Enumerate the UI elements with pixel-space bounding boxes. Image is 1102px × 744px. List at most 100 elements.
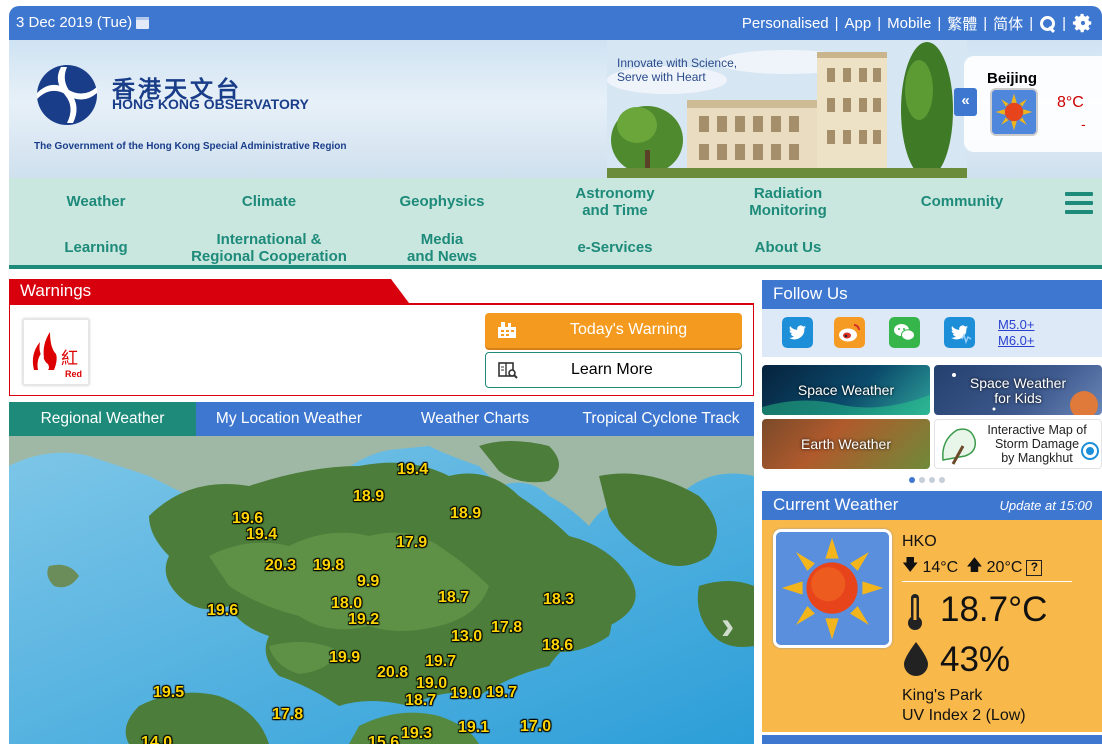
city-name: Beijing xyxy=(987,70,1038,87)
wechat-icon[interactable] xyxy=(889,317,920,348)
main-nav: Weather Climate Geophysics Astronomy and… xyxy=(9,178,1102,269)
government-line: The Government of the Hong Kong Special … xyxy=(34,141,347,152)
sunny-icon[interactable] xyxy=(773,529,892,648)
earthquake-feed-link[interactable]: M5.0+ M6.0+ xyxy=(998,317,1035,349)
regional-weather-map[interactable]: 19.4 18.9 18.9 19.6 19.4 17.9 20.3 19.8 … xyxy=(9,436,754,744)
temperature-reading: 18.9 xyxy=(353,488,385,505)
temperature-reading: 19.7 xyxy=(486,684,518,701)
temperature-reading: 19.7 xyxy=(425,653,457,670)
city-extra: - xyxy=(1081,116,1086,132)
map-next-arrow-icon[interactable]: › xyxy=(721,606,745,648)
separator: | xyxy=(1029,14,1034,32)
traditional-chinese-link[interactable]: 繁體 xyxy=(947,13,977,34)
app-link[interactable]: App xyxy=(845,15,872,32)
nav-e-services[interactable]: e-Services xyxy=(540,239,690,256)
tile-label-line: Storm Damage xyxy=(994,437,1080,451)
tile-label-line: Interactive Map of xyxy=(987,423,1087,437)
weibo-icon[interactable] xyxy=(834,317,865,348)
temperature-reading: 15.6 xyxy=(368,734,400,744)
temperature-reading: 18.3 xyxy=(543,591,575,608)
nav-radiation-monitoring[interactable]: Radiation Monitoring xyxy=(713,185,863,219)
twitter-quake-icon[interactable] xyxy=(944,317,975,348)
carousel-dot[interactable] xyxy=(929,477,935,483)
nav-community[interactable]: Community xyxy=(887,193,1037,210)
learn-more-button[interactable]: Learn More xyxy=(485,352,742,388)
temperature-reading: 18.7 xyxy=(405,692,437,709)
mobile-link[interactable]: Mobile xyxy=(887,15,931,32)
storm-damage-map-tile[interactable]: Interactive Map of Storm Damage by Mangk… xyxy=(934,419,1102,469)
hko-logo[interactable] xyxy=(31,63,107,127)
city-temperature: 8°C xyxy=(1057,94,1084,111)
temperature-reading: 19.5 xyxy=(153,684,185,701)
header-banner: 香港天文台 HONG KONG OBSERVATORY The Governme… xyxy=(9,40,1102,178)
simplified-chinese-link[interactable]: 简体 xyxy=(993,13,1023,34)
city-previous-button[interactable]: « xyxy=(954,88,977,116)
nav-climate[interactable]: Climate xyxy=(194,193,344,210)
temperature-reading: 19.9 xyxy=(329,649,361,666)
search-icon[interactable] xyxy=(1039,15,1056,32)
help-icon[interactable]: ? xyxy=(1026,559,1043,576)
tab-regional-weather[interactable]: Regional Weather xyxy=(9,402,196,436)
top-links: Personalised | App | Mobile | 繁體 | 简体 | … xyxy=(742,12,1094,34)
warnings-title: Warnings xyxy=(20,281,92,300)
nav-geophysics[interactable]: Geophysics xyxy=(367,193,517,210)
twitter-icon[interactable] xyxy=(782,317,813,348)
nav-media-and-news[interactable]: Media and News xyxy=(367,231,517,265)
tile-label-line: by Mangkhut xyxy=(1001,451,1073,465)
update-time: Update at 15:00 xyxy=(999,498,1092,513)
todays-warning-label: Today's Warning xyxy=(570,321,688,338)
carousel-dot[interactable] xyxy=(939,477,945,483)
follow-us-header: Follow Us xyxy=(762,280,1102,309)
quake-link-m5[interactable]: M5.0+ xyxy=(998,317,1035,333)
temperature-reading: 18.6 xyxy=(542,637,574,654)
personalised-link[interactable]: Personalised xyxy=(742,15,829,32)
nav-international-cooperation[interactable]: International & Regional Cooperation xyxy=(169,231,369,265)
current-weather-panel: HKO 🡇 14°C 🡅 20°C ? 18.7°C 43% King's Pa… xyxy=(762,520,1102,732)
temperature-reading: 19.4 xyxy=(397,461,429,478)
space-weather-tile[interactable]: Space Weather xyxy=(762,365,930,415)
carousel-dot[interactable] xyxy=(919,477,925,483)
todays-warning-button[interactable]: Today's Warning xyxy=(485,313,742,348)
menu-icon[interactable] xyxy=(1065,192,1093,214)
current-weather-title: Current Weather xyxy=(773,495,899,514)
tab-my-location-weather[interactable]: My Location Weather xyxy=(196,402,382,436)
temperature-reading: 19.0 xyxy=(450,685,482,702)
space-weather-kids-tile[interactable]: Space Weather for Kids xyxy=(934,365,1102,415)
nav-about-us[interactable]: About Us xyxy=(713,239,863,256)
temperature-reading: 20.3 xyxy=(265,557,297,574)
up-arrow-icon: 🡅 xyxy=(966,557,983,574)
temperature-reading: 18.9 xyxy=(450,505,482,522)
follow-us-panel: M5.0+ M6.0+ xyxy=(762,309,1102,357)
city-weather-widget: Beijing 8°C - xyxy=(964,56,1102,152)
temperature-reading: 17.0 xyxy=(520,718,552,735)
quake-link-m6[interactable]: M6.0+ xyxy=(998,333,1035,349)
carousel-dot[interactable] xyxy=(909,477,915,483)
weather-tabs: Regional Weather My Location Weather Wea… xyxy=(9,402,754,436)
tab-tropical-cyclone-track[interactable]: Tropical Cyclone Track xyxy=(568,402,754,436)
max-temperature: 20°C xyxy=(986,558,1023,576)
calendar-icon[interactable] xyxy=(136,16,150,29)
nav-learning[interactable]: Learning xyxy=(21,239,171,256)
min-max-temperature: 🡇 14°C 🡅 20°C ? xyxy=(902,554,1043,581)
temperature-reading: 19.8 xyxy=(313,557,345,574)
separator: | xyxy=(877,14,882,32)
temperature-reading: 17.9 xyxy=(396,534,428,551)
date-display: 3 Dec 2019 (Tue) xyxy=(16,14,150,31)
temperature-reading: 19.4 xyxy=(246,526,278,543)
earth-weather-tile[interactable]: Earth Weather xyxy=(762,419,930,469)
temperature-reading: 9.9 xyxy=(357,573,380,590)
nav-astronomy-and-time[interactable]: Astronomy and Time xyxy=(540,185,690,219)
tab-weather-charts[interactable]: Weather Charts xyxy=(382,402,568,436)
top-bar: 3 Dec 2019 (Tue) Personalised | App | Mo… xyxy=(9,6,1102,40)
nav-weather[interactable]: Weather xyxy=(21,193,171,210)
location-pin-icon xyxy=(1083,444,1097,458)
slogan-line: Innovate with Science, xyxy=(617,56,738,70)
slogan-line: Serve with Heart xyxy=(617,70,706,84)
divider xyxy=(902,581,1072,582)
station-name: HKO xyxy=(902,533,937,550)
space-weather-kids-label: Space Weather for Kids xyxy=(934,376,1102,406)
map-landmass xyxy=(9,436,754,744)
gear-icon[interactable] xyxy=(1072,12,1094,34)
temperature-reading: 19.3 xyxy=(401,725,433,742)
red-rainstorm-warning-icon[interactable]: 紅 Red xyxy=(23,319,89,385)
